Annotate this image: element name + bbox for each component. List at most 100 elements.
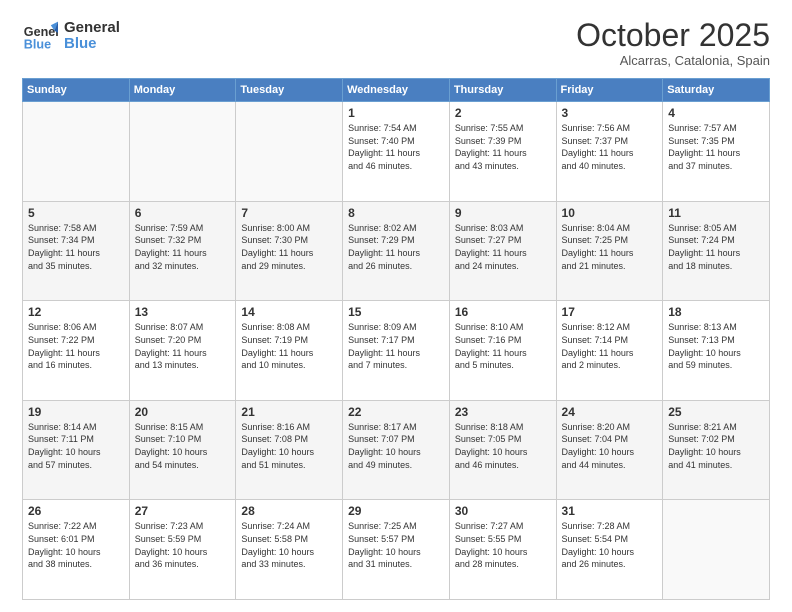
- calendar-cell: 24 Sunrise: 8:20 AM Sunset: 7:04 PM Dayli…: [556, 400, 663, 500]
- day-info: Sunrise: 7:24 AM Sunset: 5:58 PM Dayligh…: [241, 520, 337, 570]
- day-info: Sunrise: 8:21 AM Sunset: 7:02 PM Dayligh…: [668, 421, 764, 471]
- week-row-4: 19 Sunrise: 8:14 AM Sunset: 7:11 PM Dayli…: [23, 400, 770, 500]
- day-info: Sunrise: 7:25 AM Sunset: 5:57 PM Dayligh…: [348, 520, 444, 570]
- day-info: Sunrise: 8:12 AM Sunset: 7:14 PM Dayligh…: [562, 321, 658, 371]
- day-info: Sunrise: 7:59 AM Sunset: 7:32 PM Dayligh…: [135, 222, 231, 272]
- calendar-cell: [23, 102, 130, 202]
- day-number: 3: [562, 106, 658, 120]
- calendar-cell: 10Sunrise: 8:04 AM Sunset: 7:25 PM Dayli…: [556, 201, 663, 301]
- day-info: Sunrise: 8:15 AM Sunset: 7:10 PM Dayligh…: [135, 421, 231, 471]
- day-number: 13: [135, 305, 231, 319]
- day-info: Sunrise: 8:08 AM Sunset: 7:19 PM Dayligh…: [241, 321, 337, 371]
- calendar-cell: [129, 102, 236, 202]
- calendar-cell: [236, 102, 343, 202]
- day-info: Sunrise: 8:16 AM Sunset: 7:08 PM Dayligh…: [241, 421, 337, 471]
- day-info: Sunrise: 7:23 AM Sunset: 5:59 PM Dayligh…: [135, 520, 231, 570]
- day-info: Sunrise: 7:56 AM Sunset: 7:37 PM Dayligh…: [562, 122, 658, 172]
- calendar-cell: 5 Sunrise: 7:58 AM Sunset: 7:34 PM Daylig…: [23, 201, 130, 301]
- day-info: Sunrise: 7:22 AM Sunset: 6:01 PM Dayligh…: [28, 520, 124, 570]
- day-info: Sunrise: 8:20 AM Sunset: 7:04 PM Dayligh…: [562, 421, 658, 471]
- day-info: Sunrise: 8:02 AM Sunset: 7:29 PM Dayligh…: [348, 222, 444, 272]
- title-block: October 2025 Alcarras, Catalonia, Spain: [576, 18, 770, 68]
- week-row-2: 5 Sunrise: 7:58 AM Sunset: 7:34 PM Daylig…: [23, 201, 770, 301]
- calendar-cell: 8 Sunrise: 8:02 AM Sunset: 7:29 PM Daylig…: [343, 201, 450, 301]
- calendar-cell: [663, 500, 770, 600]
- day-info: Sunrise: 7:58 AM Sunset: 7:34 PM Dayligh…: [28, 222, 124, 272]
- day-info: Sunrise: 8:00 AM Sunset: 7:30 PM Dayligh…: [241, 222, 337, 272]
- day-number: 20: [135, 405, 231, 419]
- day-info: Sunrise: 8:14 AM Sunset: 7:11 PM Dayligh…: [28, 421, 124, 471]
- calendar-cell: 16 Sunrise: 8:10 AM Sunset: 7:16 PM Dayli…: [449, 301, 556, 401]
- svg-text:Blue: Blue: [24, 38, 51, 52]
- day-info: Sunrise: 8:13 AM Sunset: 7:13 PM Dayligh…: [668, 321, 764, 371]
- day-info: Sunrise: 8:09 AM Sunset: 7:17 PM Dayligh…: [348, 321, 444, 371]
- calendar-cell: 14 Sunrise: 8:08 AM Sunset: 7:19 PM Dayli…: [236, 301, 343, 401]
- day-number: 14: [241, 305, 337, 319]
- header-thursday: Thursday: [449, 79, 556, 102]
- calendar-cell: 25 Sunrise: 8:21 AM Sunset: 7:02 PM Dayli…: [663, 400, 770, 500]
- calendar-cell: 29Sunrise: 7:25 AM Sunset: 5:57 PM Dayli…: [343, 500, 450, 600]
- calendar-cell: 20 Sunrise: 8:15 AM Sunset: 7:10 PM Dayli…: [129, 400, 236, 500]
- calendar-cell: 30Sunrise: 7:27 AM Sunset: 5:55 PM Dayli…: [449, 500, 556, 600]
- header-tuesday: Tuesday: [236, 79, 343, 102]
- calendar-cell: 21 Sunrise: 8:16 AM Sunset: 7:08 PM Dayli…: [236, 400, 343, 500]
- day-info: Sunrise: 7:55 AM Sunset: 7:39 PM Dayligh…: [455, 122, 551, 172]
- week-row-3: 12 Sunrise: 8:06 AM Sunset: 7:22 PM Dayli…: [23, 301, 770, 401]
- weekday-header-row: Sunday Monday Tuesday Wednesday Thursday…: [23, 79, 770, 102]
- day-number: 24: [562, 405, 658, 419]
- logo-text-line2: Blue: [64, 36, 120, 53]
- day-number: 11: [668, 206, 764, 220]
- day-number: 4: [668, 106, 764, 120]
- calendar-cell: 6Sunrise: 7:59 AM Sunset: 7:32 PM Daylig…: [129, 201, 236, 301]
- week-row-5: 26Sunrise: 7:22 AM Sunset: 6:01 PM Dayli…: [23, 500, 770, 600]
- calendar-cell: 19 Sunrise: 8:14 AM Sunset: 7:11 PM Dayli…: [23, 400, 130, 500]
- header-saturday: Saturday: [663, 79, 770, 102]
- calendar-cell: 11Sunrise: 8:05 AM Sunset: 7:24 PM Dayli…: [663, 201, 770, 301]
- day-number: 18: [668, 305, 764, 319]
- logo-icon: General Blue: [22, 18, 58, 54]
- day-number: 5: [28, 206, 124, 220]
- calendar-cell: 13 Sunrise: 8:07 AM Sunset: 7:20 PM Dayli…: [129, 301, 236, 401]
- day-number: 21: [241, 405, 337, 419]
- calendar-cell: 26Sunrise: 7:22 AM Sunset: 6:01 PM Dayli…: [23, 500, 130, 600]
- week-row-1: 1 Sunrise: 7:54 AM Sunset: 7:40 PM Daylig…: [23, 102, 770, 202]
- calendar-cell: 27 Sunrise: 7:23 AM Sunset: 5:59 PM Dayli…: [129, 500, 236, 600]
- day-info: Sunrise: 8:18 AM Sunset: 7:05 PM Dayligh…: [455, 421, 551, 471]
- day-info: Sunrise: 8:07 AM Sunset: 7:20 PM Dayligh…: [135, 321, 231, 371]
- calendar-cell: 2 Sunrise: 7:55 AM Sunset: 7:39 PM Daylig…: [449, 102, 556, 202]
- day-number: 12: [28, 305, 124, 319]
- day-info: Sunrise: 7:57 AM Sunset: 7:35 PM Dayligh…: [668, 122, 764, 172]
- calendar-cell: 17 Sunrise: 8:12 AM Sunset: 7:14 PM Dayli…: [556, 301, 663, 401]
- day-info: Sunrise: 7:54 AM Sunset: 7:40 PM Dayligh…: [348, 122, 444, 172]
- location: Alcarras, Catalonia, Spain: [576, 53, 770, 68]
- calendar-cell: 3 Sunrise: 7:56 AM Sunset: 7:37 PM Daylig…: [556, 102, 663, 202]
- day-number: 23: [455, 405, 551, 419]
- day-number: 1: [348, 106, 444, 120]
- calendar-cell: 18 Sunrise: 8:13 AM Sunset: 7:13 PM Dayli…: [663, 301, 770, 401]
- day-number: 7: [241, 206, 337, 220]
- calendar-cell: 12 Sunrise: 8:06 AM Sunset: 7:22 PM Dayli…: [23, 301, 130, 401]
- page: General Blue General Blue October 2025 A…: [0, 0, 792, 612]
- day-number: 19: [28, 405, 124, 419]
- day-info: Sunrise: 8:10 AM Sunset: 7:16 PM Dayligh…: [455, 321, 551, 371]
- day-number: 16: [455, 305, 551, 319]
- month-title: October 2025: [576, 18, 770, 53]
- day-info: Sunrise: 8:06 AM Sunset: 7:22 PM Dayligh…: [28, 321, 124, 371]
- day-number: 2: [455, 106, 551, 120]
- calendar-cell: 9Sunrise: 8:03 AM Sunset: 7:27 PM Daylig…: [449, 201, 556, 301]
- day-number: 9: [455, 206, 551, 220]
- day-number: 8: [348, 206, 444, 220]
- calendar-cell: 15Sunrise: 8:09 AM Sunset: 7:17 PM Dayli…: [343, 301, 450, 401]
- calendar-table: Sunday Monday Tuesday Wednesday Thursday…: [22, 78, 770, 600]
- day-number: 25: [668, 405, 764, 419]
- day-info: Sunrise: 7:28 AM Sunset: 5:54 PM Dayligh…: [562, 520, 658, 570]
- day-number: 17: [562, 305, 658, 319]
- day-info: Sunrise: 8:17 AM Sunset: 7:07 PM Dayligh…: [348, 421, 444, 471]
- header-friday: Friday: [556, 79, 663, 102]
- header-wednesday: Wednesday: [343, 79, 450, 102]
- calendar-cell: 7 Sunrise: 8:00 AM Sunset: 7:30 PM Daylig…: [236, 201, 343, 301]
- calendar-cell: 4 Sunrise: 7:57 AM Sunset: 7:35 PM Daylig…: [663, 102, 770, 202]
- day-number: 30: [455, 504, 551, 518]
- day-number: 27: [135, 504, 231, 518]
- calendar-cell: 31Sunrise: 7:28 AM Sunset: 5:54 PM Dayli…: [556, 500, 663, 600]
